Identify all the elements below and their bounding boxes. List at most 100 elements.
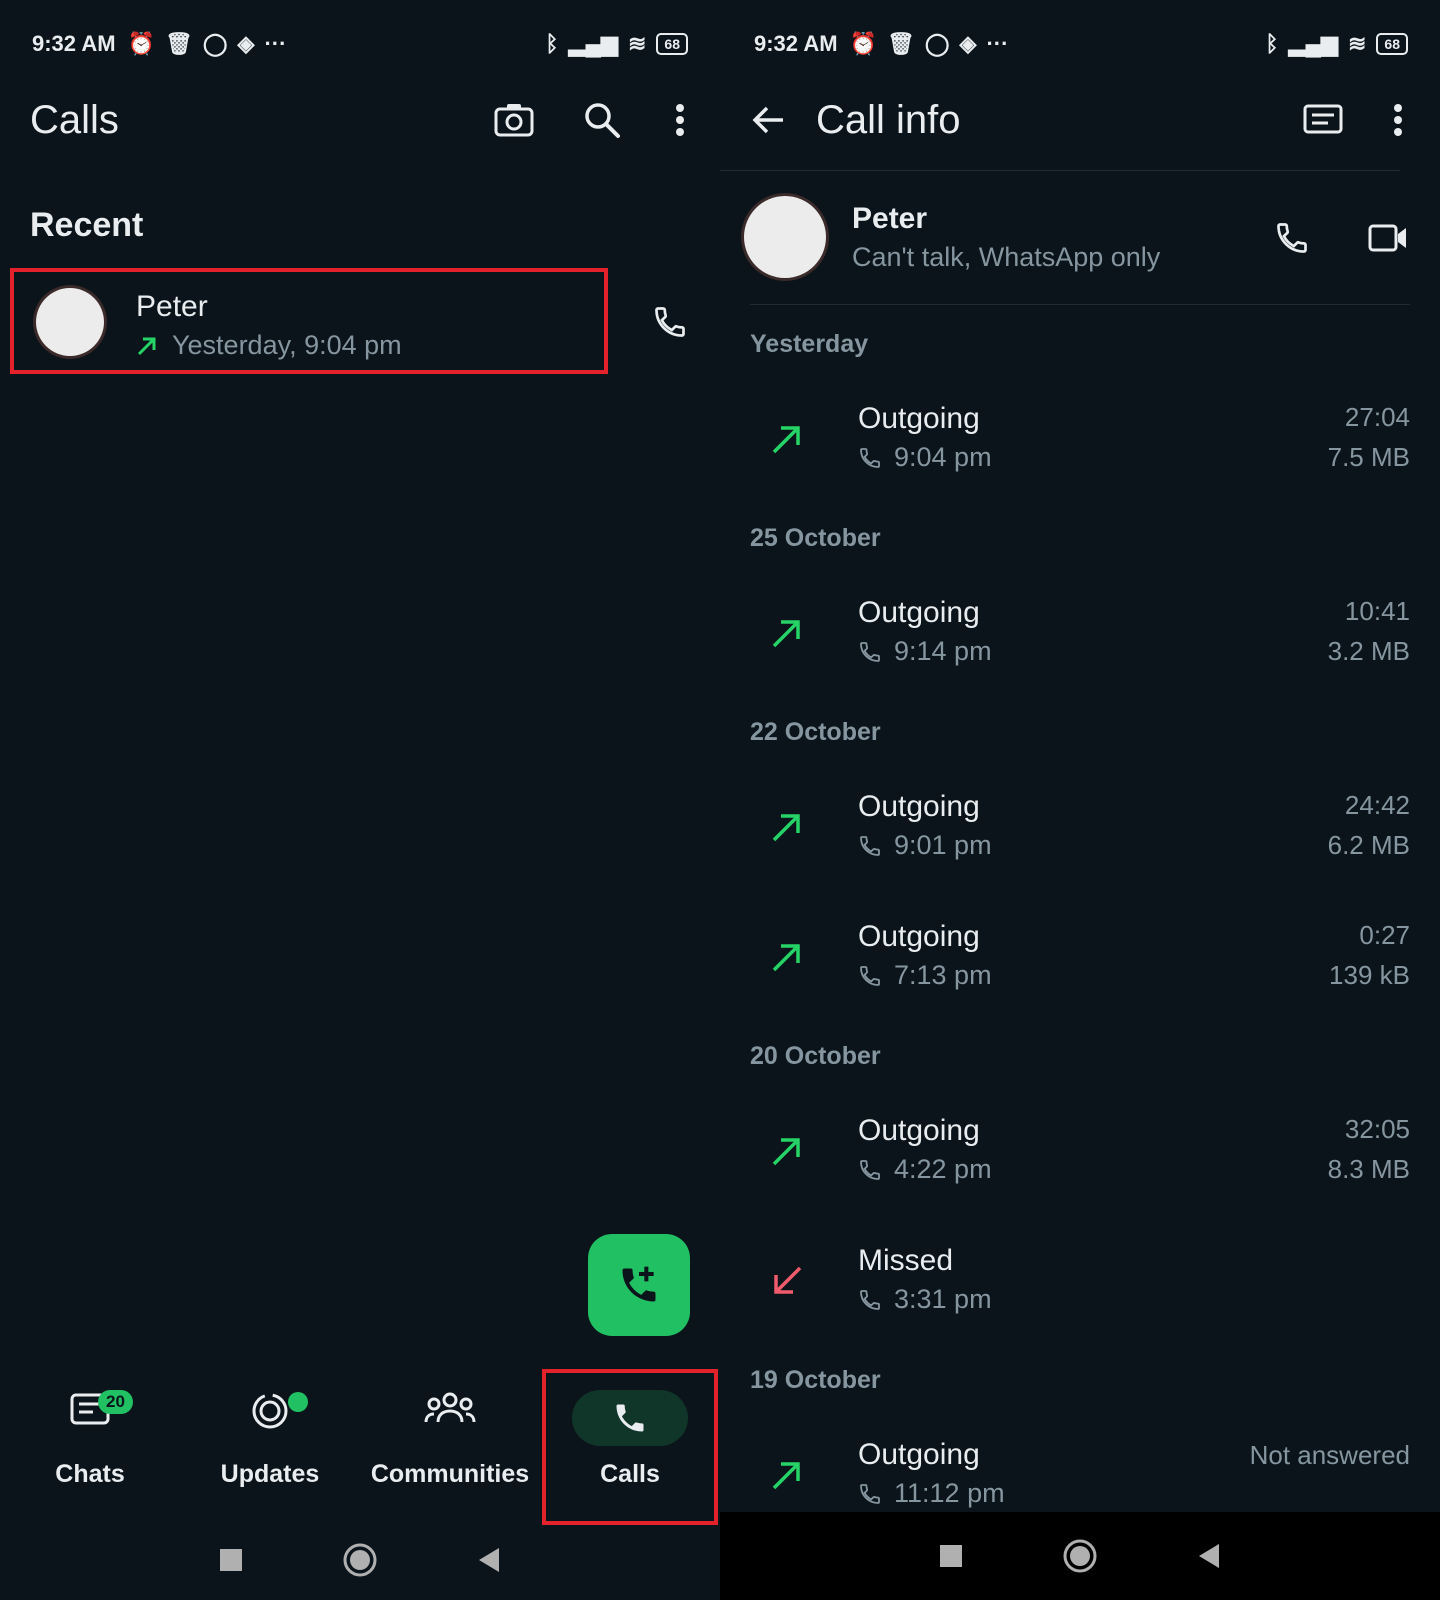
dropbox-icon: ◈: [237, 31, 255, 56]
camera-icon: [494, 104, 534, 137]
more-vert-icon: [676, 104, 684, 136]
recents-icon[interactable]: [219, 1548, 243, 1572]
call-type: Missed: [858, 1244, 954, 1277]
alarm-icon: ⏰: [849, 31, 877, 56]
date-header: 19 October: [750, 1366, 881, 1394]
more-options-button[interactable]: [656, 96, 704, 144]
nav-label-communities: Communities: [370, 1460, 530, 1488]
outgoing-arrow-icon: [772, 814, 800, 842]
more-horiz-icon: ···: [264, 31, 287, 56]
call-time-row: 4:22 pm: [858, 1154, 992, 1185]
dropbox-icon: ◈: [959, 31, 977, 56]
call-duration: 32:05: [1344, 1114, 1410, 1144]
status-bar: 9:32 AM ⏰ 🗑 ◯ ◈ ··· ᛒ ▂▄▆ ≋ 68: [754, 24, 1408, 64]
nav-item-updates[interactable]: Updates: [180, 1372, 360, 1512]
chats-unread-badge: 20: [98, 1390, 133, 1414]
call-type: Outgoing: [858, 1114, 980, 1147]
outgoing-arrow-icon: [772, 1138, 800, 1166]
signal-icon: ▂▄▆: [568, 31, 618, 56]
status-time: 9:32 AM: [32, 31, 116, 56]
phone-icon: [860, 1483, 880, 1504]
recents-icon[interactable]: [939, 1544, 963, 1568]
contact-avatar[interactable]: [744, 196, 826, 278]
contact-name: Peter: [136, 290, 208, 323]
call-type: Outgoing: [858, 402, 980, 435]
message-button[interactable]: [1298, 96, 1348, 144]
call-data-size: 6.2 MB: [1327, 830, 1410, 860]
outgoing-arrow-icon: [772, 426, 800, 454]
whatsapp-icon: ◯: [202, 31, 228, 56]
call-time: 9:14 pm: [894, 636, 992, 666]
call-time: 9:01 pm: [894, 830, 992, 860]
call-entry: Outgoing 9:04 pm 27:04 7.5 MB: [720, 402, 1440, 502]
more-vert-icon: [1394, 104, 1402, 136]
search-button[interactable]: [578, 96, 626, 144]
call-type: Outgoing: [858, 790, 980, 823]
direction-indicator: [770, 810, 804, 849]
status-time: 9:32 AM: [754, 31, 838, 56]
call-duration: 24:42: [1344, 790, 1410, 820]
alarm-icon: ⏰: [127, 31, 155, 56]
home-icon[interactable]: [343, 1543, 377, 1577]
camera-button[interactable]: [490, 96, 538, 144]
system-navigation: [0, 1510, 720, 1600]
phone-icon: [860, 835, 880, 856]
add-call-icon: [622, 1266, 656, 1302]
direction-indicator: [770, 940, 804, 979]
phone-icon: [860, 965, 880, 986]
missed-arrow-icon: [774, 1266, 802, 1294]
message-icon: [1303, 104, 1343, 134]
call-type: Outgoing: [858, 1438, 980, 1471]
calls-tab-highlight: [542, 1369, 718, 1525]
bluetooth-icon: ᛒ: [545, 31, 559, 56]
direction-indicator: [770, 616, 804, 655]
new-call-fab[interactable]: [588, 1234, 690, 1336]
call-data-size: 8.3 MB: [1327, 1154, 1410, 1184]
search-icon: [585, 103, 620, 138]
home-icon[interactable]: [1063, 1539, 1097, 1573]
nav-item-communities[interactable]: Communities: [360, 1372, 540, 1512]
date-header: 25 October: [750, 524, 881, 552]
call-duration: 27:04: [1344, 402, 1410, 432]
battery-icon: 68: [1376, 33, 1408, 55]
more-horiz-icon: ···: [986, 31, 1009, 56]
divider: [750, 304, 1410, 305]
video-icon: [1368, 224, 1406, 252]
back-button[interactable]: [744, 96, 792, 144]
call-entry: Outgoing 9:01 pm 24:42 6.2 MB: [720, 790, 1440, 890]
call-detail: Yesterday, 9:04 pm: [136, 330, 402, 361]
phone-icon: [1277, 223, 1307, 253]
bluetooth-icon: ᛒ: [1265, 31, 1279, 56]
call-time: 11:12 pm: [894, 1478, 1005, 1508]
divider: [720, 170, 1400, 171]
more-options-button[interactable]: [1374, 96, 1422, 144]
phone-icon: [860, 641, 880, 662]
call-back-button[interactable]: [646, 298, 694, 346]
direction-indicator: [770, 1134, 804, 1173]
page-title: Call info: [816, 98, 961, 142]
call-time-row: 9:01 pm: [858, 830, 992, 861]
call-time: 3:31 pm: [894, 1284, 992, 1314]
communities-icon: [424, 1390, 476, 1426]
section-title-recent: Recent: [30, 206, 144, 244]
signal-icon: ▂▄▆: [1288, 31, 1338, 56]
voice-call-button[interactable]: [1268, 214, 1316, 262]
call-note: Not answered: [1249, 1440, 1410, 1470]
recent-call-row[interactable]: Peter Yesterday, 9:04 pm: [10, 268, 608, 374]
wifi-icon: ≋: [627, 31, 647, 56]
call-time-row: 11:12 pm: [858, 1478, 1005, 1509]
call-time: 7:13 pm: [894, 960, 992, 990]
back-icon[interactable]: [1197, 1543, 1221, 1569]
call-time-row: 9:14 pm: [858, 636, 992, 667]
call-time-row: 3:31 pm: [858, 1284, 992, 1315]
video-call-button[interactable]: [1364, 214, 1412, 262]
back-icon[interactable]: [477, 1547, 501, 1573]
trash-icon: 🗑: [886, 31, 915, 56]
nav-item-chats[interactable]: 20 Chats: [0, 1372, 180, 1512]
status-bar: 9:32 AM ⏰ 🗑 ◯ ◈ ··· ᛒ ▂▄▆ ≋ 68: [32, 24, 688, 64]
contact-status: Can't talk, WhatsApp only: [852, 242, 1161, 272]
page-title: Calls: [30, 98, 119, 142]
updates-icon: [249, 1390, 291, 1432]
date-header: 22 October: [750, 718, 881, 746]
call-time: 9:04 pm: [894, 442, 992, 472]
